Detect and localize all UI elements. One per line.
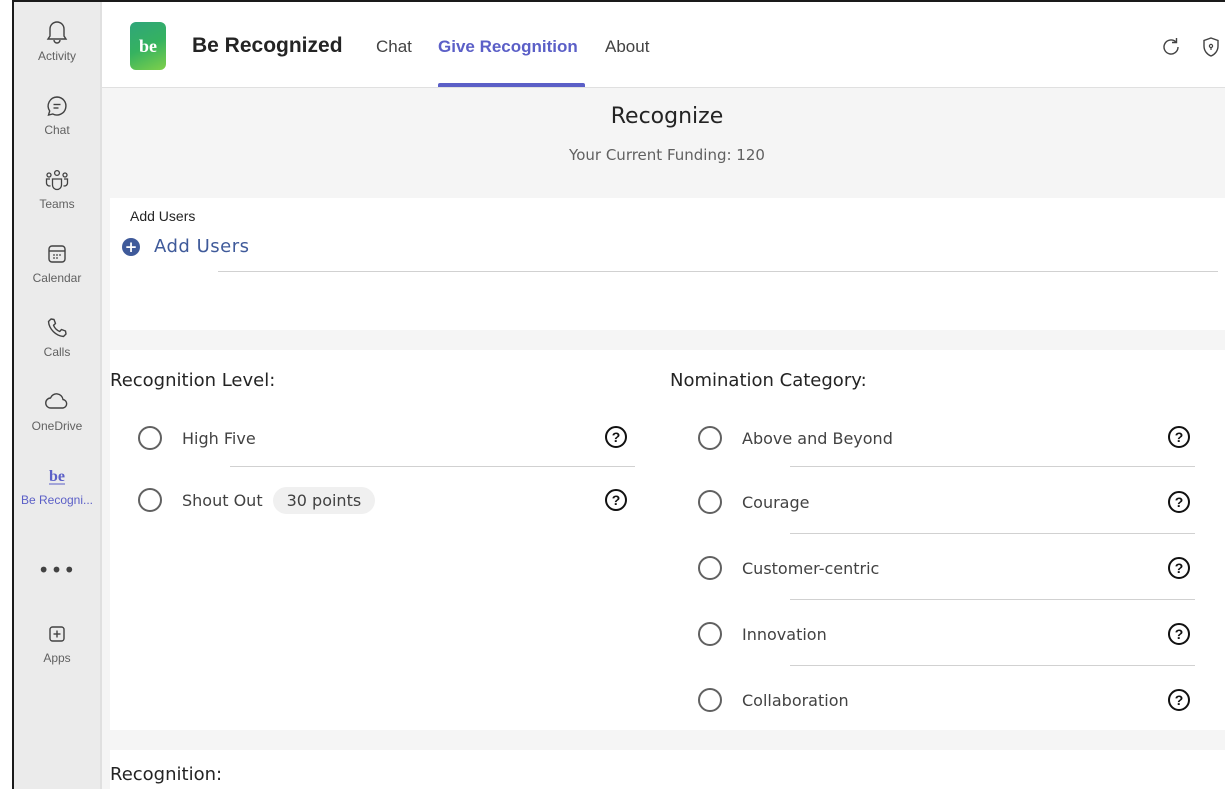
app-logo: be: [130, 22, 166, 70]
divider: [790, 665, 1195, 666]
tab-give-recognition[interactable]: Give Recognition: [438, 37, 578, 57]
radio-button[interactable]: [698, 556, 722, 580]
svg-text:be: be: [49, 468, 65, 485]
rail-label-onedrive: OneDrive: [31, 419, 83, 433]
help-icon[interactable]: ?: [1168, 557, 1190, 579]
active-tab-indicator: [438, 83, 585, 87]
phone-icon: [43, 314, 71, 342]
option-label: Above and Beyond: [742, 428, 893, 448]
radio-button[interactable]: [138, 426, 162, 450]
divider: [790, 533, 1195, 534]
help-icon[interactable]: ?: [605, 489, 627, 511]
recognition-section: Recognition:: [110, 750, 1225, 789]
help-icon[interactable]: ?: [1168, 689, 1190, 711]
bell-icon: [43, 18, 71, 46]
option-label: Innovation: [742, 624, 827, 644]
teams-icon: [43, 166, 71, 194]
add-apps-icon: [43, 620, 71, 648]
nomination-option-collaboration[interactable]: Collaboration: [698, 680, 849, 720]
nomination-option-above-and-beyond[interactable]: Above and Beyond: [698, 418, 893, 458]
help-icon[interactable]: ?: [1168, 426, 1190, 448]
recognition-level-heading: Recognition Level:: [110, 370, 276, 391]
rail-item-apps[interactable]: Apps: [14, 614, 100, 684]
tab-chat[interactable]: Chat: [376, 37, 412, 57]
rail-label-be-recognized: Be Recogni...: [20, 493, 94, 507]
nomination-category-heading: Nomination Category:: [670, 370, 867, 391]
add-users-button-label: Add Users: [154, 236, 250, 257]
rail-label-calendar: Calendar: [32, 271, 82, 285]
app-name: Be Recognized: [192, 34, 343, 57]
rail-item-chat[interactable]: Chat: [14, 86, 100, 156]
rail-item-calls[interactable]: Calls: [14, 308, 100, 378]
add-users-button[interactable]: + Add Users: [122, 236, 249, 257]
help-icon[interactable]: ?: [1168, 623, 1190, 645]
add-users-label: Add Users: [130, 208, 196, 224]
rail-label-chat: Chat: [44, 123, 70, 137]
app-header: be Be Recognized Chat Give Recognition A…: [102, 2, 1225, 88]
rail-item-teams[interactable]: Teams: [14, 160, 100, 230]
help-icon[interactable]: ?: [1168, 491, 1190, 513]
rail-label-activity: Activity: [37, 49, 76, 63]
current-funding: Your Current Funding: 120: [569, 146, 765, 164]
option-label: Collaboration: [742, 690, 849, 710]
radio-button[interactable]: [698, 490, 722, 514]
rail-item-be-recognized[interactable]: be Be Recogni...: [14, 456, 100, 526]
nomination-option-courage[interactable]: Courage: [698, 482, 809, 522]
points-badge: 30 points: [272, 486, 376, 514]
refresh-icon[interactable]: [1158, 34, 1184, 60]
tab-about[interactable]: About: [605, 37, 649, 57]
app-content: be Be Recognized Chat Give Recognition A…: [100, 2, 1225, 789]
nomination-option-innovation[interactable]: Innovation: [698, 614, 827, 654]
help-icon[interactable]: ?: [605, 426, 627, 448]
option-label: Shout Out: [182, 490, 263, 510]
recognition-level-option-shout-out[interactable]: Shout Out 30 points: [138, 480, 376, 520]
plus-circle-icon: +: [122, 237, 140, 256]
page-title: Recognize: [610, 104, 724, 129]
rail-label-teams: Teams: [39, 197, 75, 211]
option-label: Customer-centric: [742, 558, 880, 578]
rail-label-calls: Calls: [43, 345, 71, 359]
divider: [790, 599, 1195, 600]
add-users-section: Add Users + Add Users: [110, 198, 1225, 330]
divider: [790, 466, 1195, 467]
divider: [218, 271, 1218, 272]
shield-icon[interactable]: [1198, 34, 1224, 60]
chat-icon: [43, 92, 71, 120]
radio-button[interactable]: [698, 426, 722, 450]
option-label: Courage: [742, 492, 810, 512]
option-label: High Five: [182, 428, 256, 448]
radio-button[interactable]: [138, 488, 162, 512]
rail-item-onedrive[interactable]: OneDrive: [14, 382, 100, 452]
radio-button[interactable]: [698, 688, 722, 712]
app-rail: Activity Chat Teams Calendar Calls OneDr…: [14, 2, 100, 789]
cloud-icon: [43, 388, 71, 416]
radio-button[interactable]: [698, 622, 722, 646]
recognition-level-option-high-five[interactable]: High Five: [138, 418, 256, 458]
divider: [230, 466, 635, 467]
rail-label-apps: Apps: [43, 651, 71, 665]
be-recognized-logo-icon: be: [43, 462, 71, 490]
rail-item-calendar[interactable]: Calendar: [14, 234, 100, 304]
rail-item-activity[interactable]: Activity: [14, 12, 100, 82]
more-apps-button[interactable]: •••: [14, 558, 100, 588]
calendar-icon: [43, 240, 71, 268]
recognition-heading: Recognition:: [110, 764, 223, 785]
nomination-option-customer-centric[interactable]: Customer-centric: [698, 548, 879, 588]
options-section: Recognition Level: High Five ? Shout Out…: [110, 350, 1225, 730]
